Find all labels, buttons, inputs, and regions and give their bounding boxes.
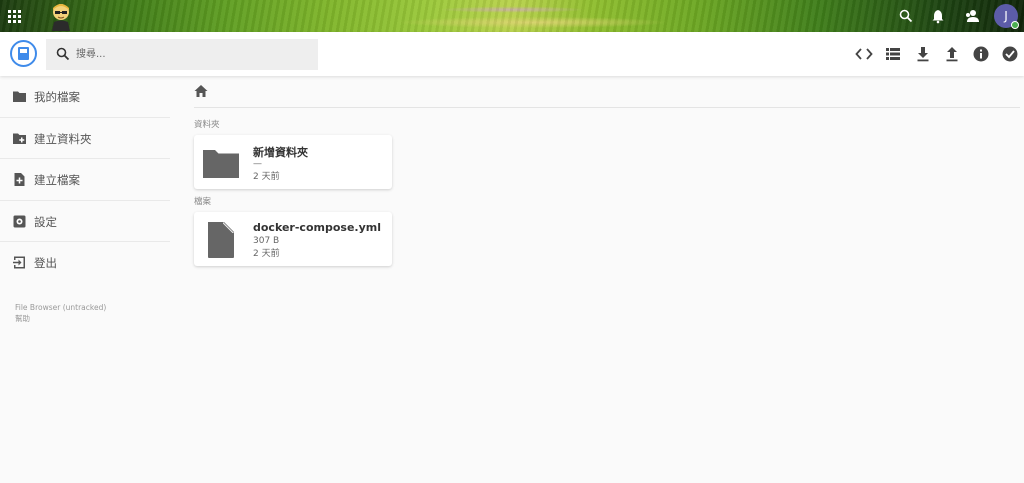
folders-section-title: 資料夾 <box>194 120 220 130</box>
app-version-link[interactable]: File Browser (untracked) <box>15 302 106 313</box>
file-icon <box>208 222 234 258</box>
sidebar-footer: File Browser (untracked) 幫助 <box>15 302 106 324</box>
code-icon[interactable] <box>855 45 873 63</box>
search-box[interactable] <box>46 39 318 70</box>
folder-card[interactable]: 新增資料夾 — 2 天前 <box>194 135 392 189</box>
folder-icon <box>203 150 239 178</box>
info-icon[interactable] <box>972 45 990 63</box>
breadcrumb <box>194 82 1020 108</box>
sidebar-item-label: 建立檔案 <box>34 173 80 187</box>
sidebar-item-my-files[interactable]: 我的檔案 <box>0 76 170 118</box>
settings-icon <box>13 215 26 227</box>
folder-name: 新增資料夾 <box>253 146 308 159</box>
help-link[interactable]: 幫助 <box>15 313 106 324</box>
contacts-icon[interactable] <box>964 8 980 24</box>
sidebar-item-label: 建立資料夾 <box>34 131 92 146</box>
folder-modified: 2 天前 <box>253 172 280 182</box>
app-header <box>0 32 1024 76</box>
check-circle-icon[interactable] <box>1001 45 1019 63</box>
create-file-icon <box>14 173 25 186</box>
sidebar-item-label: 設定 <box>34 214 57 229</box>
files-section-title: 檔案 <box>194 197 212 207</box>
search-icon <box>56 47 70 61</box>
folder-icon <box>13 91 26 102</box>
sidebar-item-settings[interactable]: 設定 <box>0 201 170 242</box>
logout-icon <box>13 256 25 269</box>
sidebar-item-new-file[interactable]: 建立檔案 <box>0 159 170 201</box>
brand-logo[interactable] <box>48 1 74 31</box>
top-banner: J <box>0 0 1024 32</box>
home-icon[interactable] <box>194 84 208 98</box>
avatar-initial: J <box>1004 9 1008 23</box>
file-browser-logo-icon[interactable] <box>10 40 37 67</box>
download-icon[interactable] <box>914 45 932 63</box>
search-input[interactable] <box>76 39 312 70</box>
user-avatar[interactable]: J <box>994 4 1019 29</box>
search-icon[interactable] <box>898 8 914 24</box>
file-name: docker-compose.yml <box>253 221 381 234</box>
folder-size: — <box>253 159 262 169</box>
create-folder-icon <box>13 133 26 144</box>
apps-grid-icon[interactable] <box>8 10 21 23</box>
online-status-dot <box>1011 21 1019 29</box>
list-view-icon[interactable] <box>884 45 902 63</box>
sidebar: 我的檔案 建立資料夾 建立檔案 設定 登出 <box>0 76 170 284</box>
bell-icon[interactable] <box>930 8 946 24</box>
upload-icon[interactable] <box>943 45 961 63</box>
file-size: 307 B <box>253 236 280 246</box>
file-card[interactable]: docker-compose.yml 307 B 2 天前 <box>194 212 392 266</box>
file-modified: 2 天前 <box>253 249 280 259</box>
sidebar-item-label: 登出 <box>34 256 57 270</box>
sidebar-item-label: 我的檔案 <box>34 90 80 104</box>
sidebar-item-new-folder[interactable]: 建立資料夾 <box>0 118 170 159</box>
sidebar-item-logout[interactable]: 登出 <box>0 242 170 284</box>
